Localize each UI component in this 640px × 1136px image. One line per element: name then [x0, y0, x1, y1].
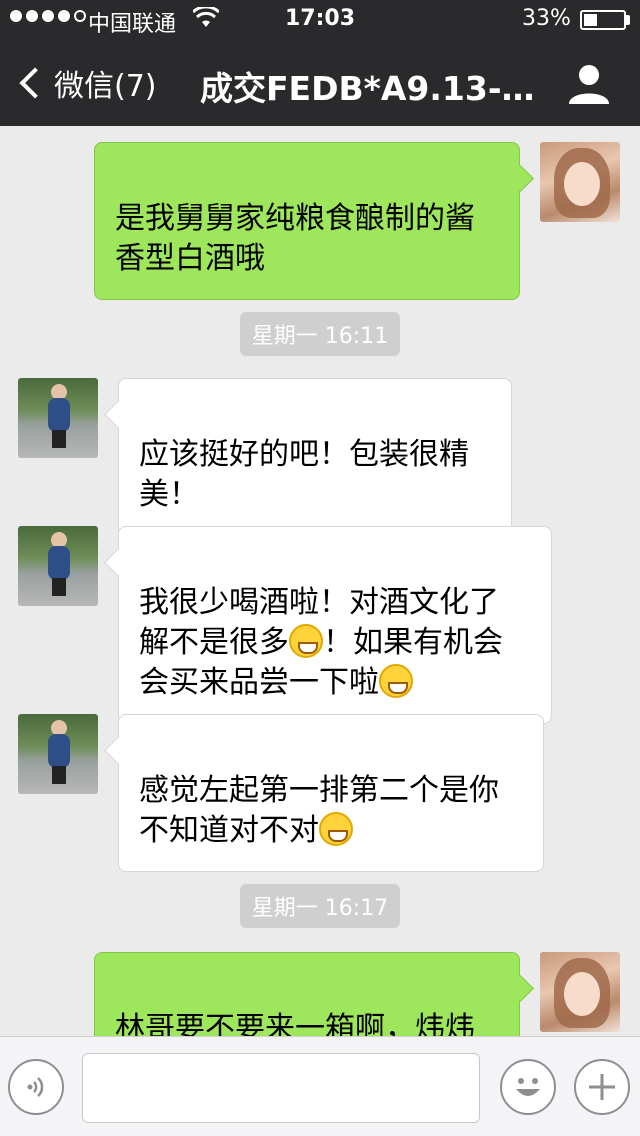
message-bubble[interactable]: 我很少喝酒啦！对酒文化了 解不是很多 ！如果有机会 会买来品尝一下啦 [118, 526, 552, 724]
message-bubble[interactable]: 林哥要不要来一箱啊，炜炜 朋友内部价哦 [94, 952, 520, 1036]
voice-button[interactable] [8, 1059, 64, 1115]
timestamp: 星期一 16:17 [0, 884, 640, 928]
message-input[interactable] [82, 1053, 480, 1123]
my-avatar[interactable] [540, 952, 620, 1032]
message-bubble[interactable]: 应该挺好的吧！包装很精 美！ [118, 378, 512, 536]
message-bubble[interactable]: 感觉左起第一排第二个是你 不知道对不对 [118, 714, 544, 872]
my-avatar[interactable] [540, 142, 620, 222]
person-icon[interactable] [566, 60, 612, 106]
contact-avatar[interactable] [18, 714, 98, 794]
timestamp: 星期一 16:11 [0, 312, 640, 356]
grin-emoji-icon [379, 664, 413, 698]
battery-icon [580, 10, 626, 30]
top-bar: 中国联通 17:03 33% 微信(7) 成交FEDB*A9.13-… [0, 0, 640, 126]
emoji-icon [516, 1078, 540, 1096]
chevron-left-icon [19, 67, 51, 99]
chat-title: 成交FEDB*A9.13-… [200, 69, 535, 108]
back-label: 微信(7) [54, 69, 157, 104]
input-bar [0, 1036, 640, 1136]
emoji-button[interactable] [500, 1059, 556, 1115]
battery-percent: 33% [522, 6, 571, 31]
status-bar: 中国联通 17:03 33% [0, 0, 640, 40]
message-bubble[interactable]: 是我舅舅家纯粮食酿制的酱 香型白酒哦 [94, 142, 520, 300]
plus-icon [589, 1074, 615, 1100]
contact-avatar[interactable] [18, 378, 98, 458]
grin-emoji-icon [319, 812, 353, 846]
voice-icon [27, 1077, 44, 1097]
contact-avatar[interactable] [18, 526, 98, 606]
nav-bar: 微信(7) 成交FEDB*A9.13-… [0, 40, 640, 126]
back-button[interactable]: 微信(7) [16, 58, 157, 108]
blush-emoji-icon [289, 624, 323, 658]
plus-button[interactable] [574, 1059, 630, 1115]
chat-area[interactable]: 是我舅舅家纯粮食酿制的酱 香型白酒哦 星期一 16:11 应该挺好的吧！包装很精… [0, 126, 640, 1036]
